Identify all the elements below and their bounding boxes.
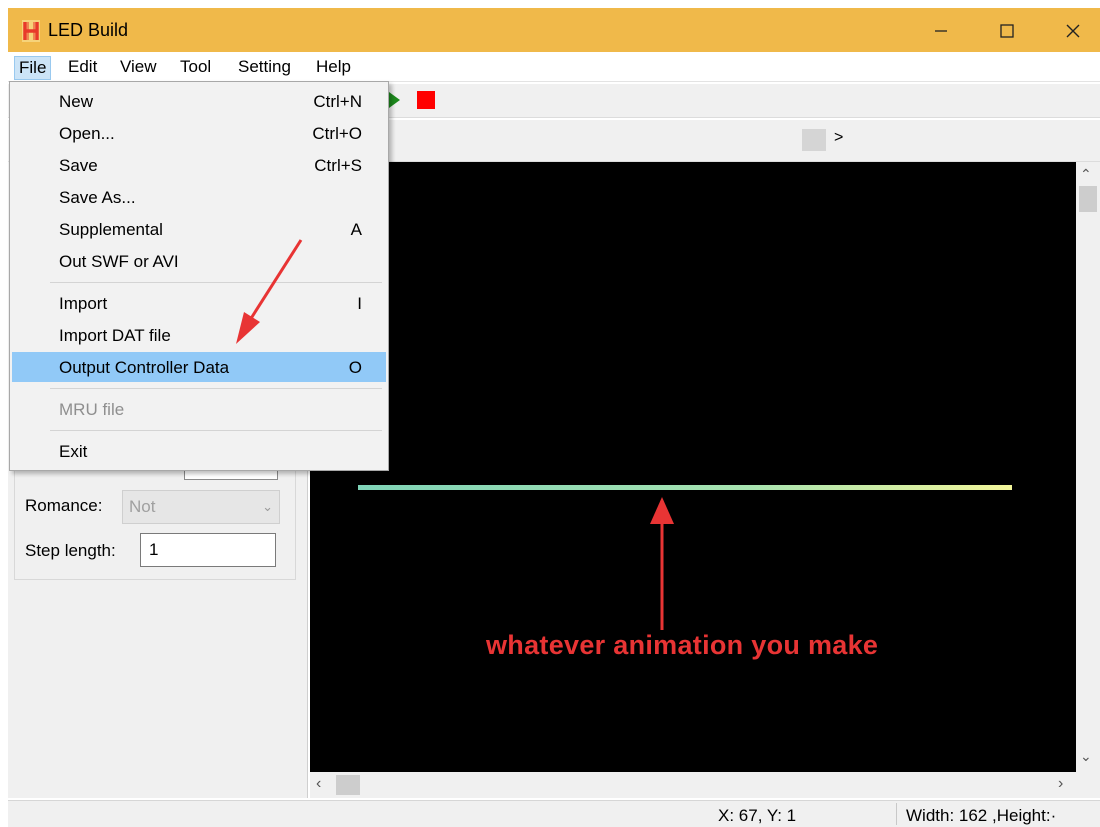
menu-item-import[interactable]: Import I [12,288,386,318]
menu-edit[interactable]: Edit [64,56,101,80]
menu-view[interactable]: View [116,56,161,80]
status-divider [896,803,897,825]
menu-item-save[interactable]: Save Ctrl+S [12,150,386,180]
menu-item-shortcut: I [357,294,362,313]
step-length-label: Step length: [25,541,116,560]
menu-tool[interactable]: Tool [176,56,215,80]
play-icon[interactable] [389,92,400,108]
minimize-button[interactable] [918,14,964,48]
menu-item-shortcut: Ctrl+S [314,156,362,175]
maximize-icon [1000,24,1014,38]
menu-setting[interactable]: Setting [234,56,295,80]
annotation-text: whatever animation you make [486,630,879,660]
menu-item-label: New [59,92,94,111]
stop-icon[interactable] [417,91,435,109]
menu-item-supplemental[interactable]: Supplemental A [12,214,386,244]
romance-label: Romance: [25,496,103,515]
menu-item-open[interactable]: Open... Ctrl+O [12,118,386,148]
menu-item-out-swf-avi[interactable]: Out SWF or AVI [12,246,386,276]
window-title: LED Build [48,20,129,40]
menu-item-label: Save [59,156,98,175]
menu-item-label: Import [59,294,108,313]
frame-strip-thumb[interactable] [802,129,826,151]
app-logo-icon [22,20,40,42]
menu-item-exit[interactable]: Exit [12,436,386,466]
menu-item-mru-file: MRU file [12,394,386,424]
menu-help[interactable]: Help [312,56,355,80]
menu-item-save-as[interactable]: Save As... [12,182,386,212]
menu-item-output-controller-data[interactable]: Output Controller Data O [12,352,386,382]
scroll-left-icon[interactable]: ‹ [316,775,321,793]
menu-item-label: Out SWF or AVI [59,252,179,271]
romance-value: Not [129,497,156,516]
scroll-right-icon[interactable]: > [834,129,843,147]
animation-canvas[interactable]: whatever animation you make [310,162,1076,772]
menu-item-shortcut: O [348,358,362,377]
status-bar: X: 67, Y: 1 Width: 162 ,Height:· [8,800,1100,827]
file-dropdown-menu: New Ctrl+N Open... Ctrl+O Save Ctrl+S Sa… [9,81,389,471]
menu-item-new[interactable]: New Ctrl+N [12,86,386,116]
scroll-right-icon[interactable]: › [1058,775,1063,793]
menu-item-label: Open... [59,124,115,143]
close-button[interactable] [1050,14,1096,48]
menu-item-shortcut: Ctrl+N [313,92,362,111]
menu-separator [50,282,382,283]
menu-item-import-dat[interactable]: Import DAT file [12,320,386,350]
vertical-scroll-thumb[interactable] [1079,186,1097,212]
minimize-icon [935,30,947,32]
menu-item-shortcut: Ctrl+O [312,124,362,143]
scroll-down-icon[interactable]: ⌄ [1080,748,1092,765]
menu-separator [50,430,382,431]
chevron-down-icon: ⌄ [262,499,273,514]
horizontal-scroll-thumb[interactable] [336,775,360,795]
menu-item-label: Exit [59,442,88,461]
romance-select[interactable]: Not ⌄ [122,490,280,524]
scroll-up-icon[interactable]: ⌃ [1080,166,1092,183]
horizontal-scrollbar[interactable]: ‹ › [310,772,1100,798]
menu-item-shortcut: A [350,220,362,239]
menu-item-label: MRU file [59,400,125,419]
menu-item-label: Supplemental [59,220,163,239]
vertical-scrollbar[interactable]: ⌃ ⌄ [1076,162,1100,772]
close-icon [1066,24,1080,38]
menu-item-label: Output Controller Data [59,358,230,377]
led-strip-line [358,485,1012,490]
menu-file[interactable]: File [14,56,52,80]
menu-separator [50,388,382,389]
title-bar[interactable]: LED Build [8,8,1100,52]
menu-item-label: Save As... [59,188,136,207]
step-length-input[interactable]: 1 [140,533,276,567]
menu-bar: File Edit View Tool Setting Help [8,52,1100,82]
maximize-button[interactable] [984,14,1030,48]
status-coordinates: X: 67, Y: 1 [718,806,797,825]
status-size: Width: 162 ,Height:· [906,806,1057,825]
menu-item-label: Import DAT file [59,326,171,345]
